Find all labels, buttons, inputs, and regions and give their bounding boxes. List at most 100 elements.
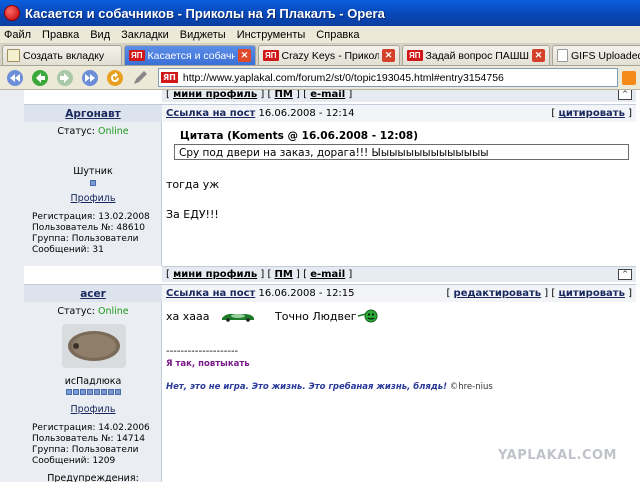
user-group: Группа: Пользователи [32, 234, 139, 244]
rss-feed-icon[interactable] [622, 70, 636, 85]
star-icon [86, 389, 93, 395]
post-footer-prev: [ мини профиль ] [ ПМ ] [ e-mail ] ^ [162, 90, 636, 102]
quote-box: Сру под двери на заказ, дорага!!! Ыыыыыы… [174, 144, 629, 160]
reg-date: Регистрация: 14.02.2006 [32, 423, 150, 433]
warnings-label: Предупреждения: [47, 473, 139, 482]
email-link[interactable]: e-mail [310, 90, 345, 100]
post-text: тогда уж [166, 178, 220, 191]
post-header: Ссылка на пост 16.06.2008 - 12:15 [ реда… [162, 284, 636, 302]
post-link[interactable]: Ссылка на пост [166, 108, 255, 119]
user-header: Аргонавт [24, 104, 162, 122]
post-date: 16.06.2008 - 12:14 [258, 108, 355, 119]
post-footer: [ мини профиль ] [ ПМ ] [ e-mail ] ^ [162, 266, 636, 282]
close-tab-icon[interactable]: ✕ [532, 49, 545, 62]
avatar-image [68, 331, 120, 361]
edit-action[interactable]: редактировать [454, 288, 542, 299]
tab-label: Задай вопрос ПАШШО ... [425, 49, 530, 62]
scroll-up-button[interactable]: ^ [618, 269, 632, 280]
address-field[interactable]: ЯП http://www.yaplakal.com/forum2/st/0/t… [158, 68, 618, 87]
page-icon [557, 49, 568, 62]
tab-label: Crazy Keys - Приколы н... [281, 49, 380, 62]
tab-crazy-keys[interactable]: ЯП Crazy Keys - Приколы н... ✕ [258, 45, 400, 65]
star-icon [93, 389, 100, 395]
tab-bar: Создать вкладку ЯП Касается и собачников… [0, 44, 640, 66]
forward-button[interactable] [54, 68, 76, 88]
menu-file[interactable]: Файл [4, 29, 31, 41]
post-meta: Ссылка на пост 16.06.2008 - 12:15 [166, 288, 355, 299]
rewind-button[interactable] [4, 68, 26, 88]
yap-favicon-icon: ЯП [263, 50, 279, 61]
status-label: Статус: [57, 306, 95, 317]
tab-gifs[interactable]: GIFS Uploaded! :: S [552, 45, 640, 65]
signature-quote: Нет, это не игра. Это жизнь. Это гребана… [166, 382, 447, 392]
profile-link[interactable]: Профиль [71, 193, 116, 204]
back-button[interactable] [29, 68, 51, 88]
scroll-up-button[interactable]: ^ [618, 90, 632, 100]
post-text: Точно Людвег [275, 310, 357, 323]
navigation-bar: ЯП http://www.yaplakal.com/forum2/st/0/t… [0, 66, 640, 90]
back-arrow-icon [32, 69, 48, 86]
star-icon [114, 389, 121, 395]
pen-icon [134, 70, 147, 84]
profile-row: Профиль [24, 193, 162, 204]
edit-button[interactable] [129, 68, 151, 88]
menu-edit[interactable]: Правка [42, 29, 79, 41]
quote-action[interactable]: цитировать [558, 288, 624, 299]
user-details: Регистрация: 14.02.2006 Пользователь №: … [32, 423, 150, 467]
profile-link[interactable]: Профиль [71, 404, 116, 415]
reload-icon [107, 69, 123, 86]
post-actions: [ редактировать ] [ цитировать ] [446, 288, 632, 299]
close-tab-icon[interactable]: ✕ [382, 49, 395, 62]
post-header: Ссылка на пост 16.06.2008 - 12:14 [ цити… [162, 104, 636, 122]
status-online: Online [97, 126, 129, 137]
reload-button[interactable] [104, 68, 126, 88]
post-text: ха хааа [166, 310, 210, 323]
post-link[interactable]: Ссылка на пост [166, 288, 255, 299]
tab-question[interactable]: ЯП Задай вопрос ПАШШО ... ✕ [402, 45, 550, 65]
user-number: Пользователь №: 14714 [32, 434, 146, 444]
mini-profile-link[interactable]: мини профиль [173, 269, 257, 280]
menu-view[interactable]: Вид [90, 29, 110, 41]
rank-stars [24, 387, 162, 398]
smiley-icon [357, 309, 378, 323]
forum-topic: [ мини профиль ] [ ПМ ] [ e-mail ] ^ Арг… [24, 90, 640, 482]
tab-label: GIFS Uploaded! :: S [571, 49, 640, 62]
tab-label: Создать вкладку [23, 49, 105, 62]
menu-bookmarks[interactable]: Закладки [121, 29, 169, 41]
message-count: Сообщений: 31 [32, 245, 104, 255]
status-label: Статус: [57, 126, 95, 137]
signature-line-2: Нет, это не игра. Это жизнь. Это гребана… [166, 382, 493, 392]
rewind-icon [7, 69, 23, 86]
tab-current[interactable]: ЯП Касается и собачников... ✕ [124, 45, 256, 65]
post-text: За ЕДУ!!! [166, 208, 219, 221]
menu-tools[interactable]: Инструменты [237, 29, 306, 41]
post-date: 16.06.2008 - 12:15 [258, 288, 355, 299]
reg-date: Регистрация: 13.02.2008 [32, 212, 150, 222]
pm-link[interactable]: ПМ [275, 269, 293, 280]
username-link[interactable]: Аргонавт [65, 108, 120, 120]
title-bar[interactable]: Касается и собачников - Приколы на Я Пла… [0, 0, 640, 26]
tab-new[interactable]: Создать вкладку [2, 45, 122, 65]
fast-forward-icon [82, 69, 98, 86]
post-meta: Ссылка на пост 16.06.2008 - 12:14 [166, 108, 355, 119]
yap-favicon-icon: ЯП [161, 72, 178, 83]
url-text[interactable]: http://www.yaplakal.com/forum2/st/0/topi… [183, 72, 504, 84]
user-rank: исПадлюка [64, 376, 122, 387]
user-status: Статус: Online [24, 126, 162, 137]
close-tab-icon[interactable]: ✕ [238, 49, 251, 62]
menu-help[interactable]: Справка [316, 29, 359, 41]
quote-action[interactable]: цитировать [558, 108, 624, 119]
pm-link[interactable]: ПМ [275, 90, 293, 100]
yap-favicon-icon: ЯП [407, 50, 423, 61]
opera-window: Касается и собачников - Приколы на Я Пла… [0, 0, 640, 482]
user-rank: Шутник [73, 166, 113, 177]
user-header: acer [24, 284, 162, 302]
menu-bar: Файл Правка Вид Закладки Виджеты Инструм… [0, 26, 640, 44]
signature-line-1: Я так, повтыкать [166, 359, 250, 369]
star-icon [100, 389, 107, 395]
fast-forward-button[interactable] [79, 68, 101, 88]
mini-profile-link[interactable]: мини профиль [173, 90, 257, 100]
menu-widgets[interactable]: Виджеты [180, 29, 226, 41]
email-link[interactable]: e-mail [310, 269, 345, 280]
username-link[interactable]: acer [80, 288, 106, 300]
